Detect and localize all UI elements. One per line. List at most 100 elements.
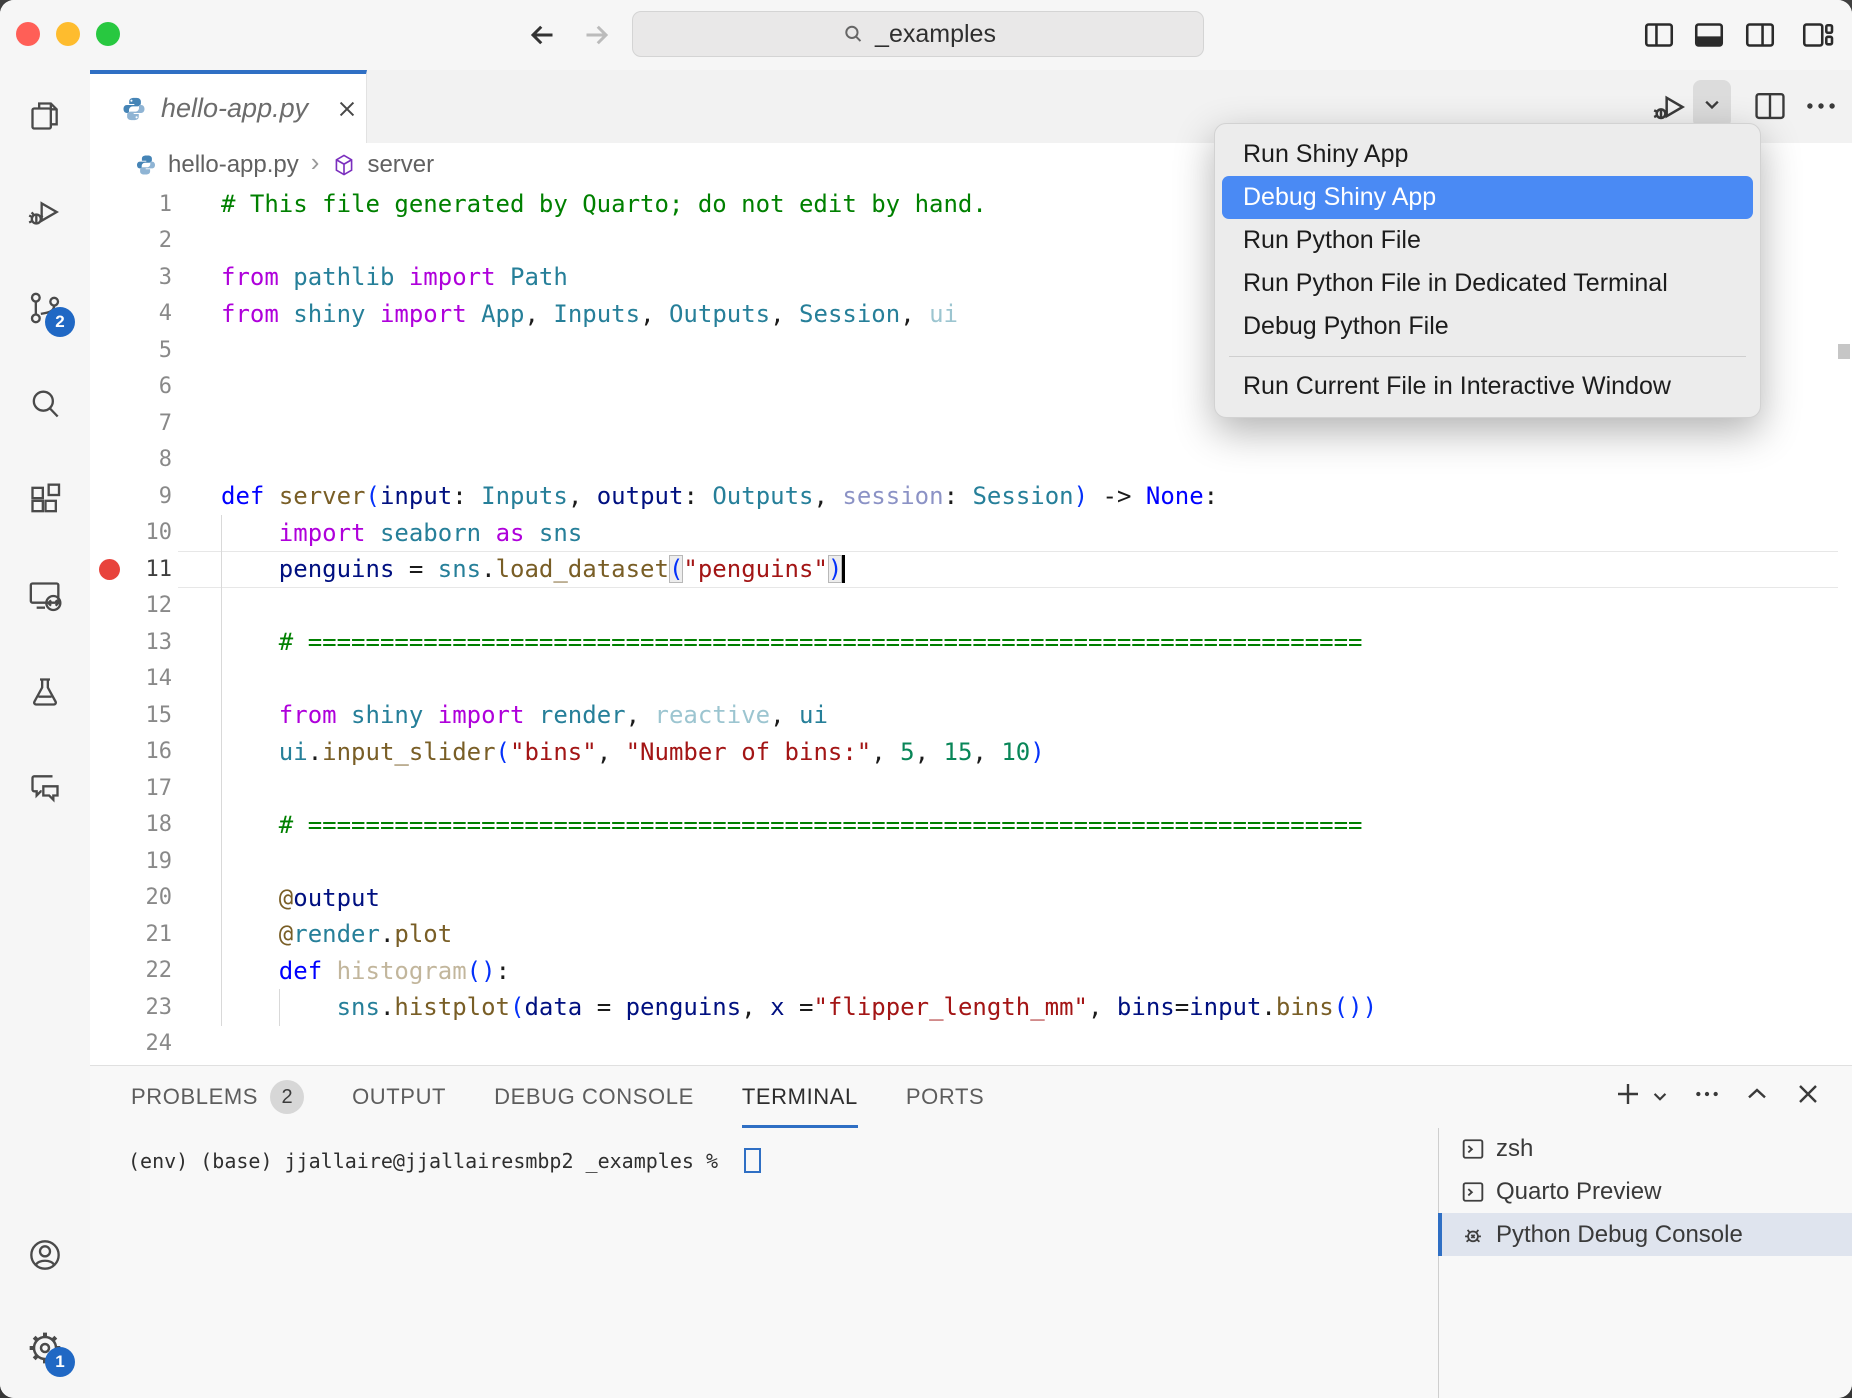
run-and-debug-icon[interactable] [25,192,65,232]
code-line[interactable]: 23 sns.histplot(data = penguins, x ="fli… [90,989,1852,1026]
panel-tab[interactable]: PROBLEMS2 [131,1080,304,1128]
code-line[interactable]: 24 [90,1026,1852,1063]
terminal-cursor [744,1148,761,1173]
menu-item[interactable]: Debug Shiny App [1222,176,1753,219]
panel-tab[interactable]: DEBUG CONSOLE [494,1080,694,1128]
comments-icon[interactable] [25,768,65,808]
menu-item[interactable]: Run Python File [1222,219,1753,262]
code-text: from shiny import App, Inputs, Outputs, … [221,296,958,333]
breakpoint-icon[interactable] [99,559,120,580]
line-number[interactable]: 23 [90,995,172,1020]
line-number[interactable]: 4 [90,301,172,326]
code-line[interactable]: 17 [90,770,1852,807]
line-number[interactable]: 5 [90,338,172,363]
menu-item[interactable]: Run Current File in Interactive Window [1222,365,1753,408]
code-line[interactable]: 18 # ===================================… [90,807,1852,844]
line-number[interactable]: 7 [90,411,172,436]
terminal-prompt: (env) (base) jjallaire@jjallairesmbp2 _e… [128,1149,730,1173]
code-line[interactable]: 8 [90,442,1852,479]
line-number[interactable]: 12 [90,593,172,618]
menu-divider [1229,356,1746,357]
more-actions-icon[interactable] [1691,1078,1723,1110]
panel-tab[interactable]: OUTPUT [352,1080,446,1128]
line-number[interactable]: 19 [90,849,172,874]
search-value: _examples [875,20,996,49]
line-number[interactable]: 16 [90,739,172,764]
code-text: @output [221,880,380,917]
source-control-icon[interactable]: 2 [25,288,65,328]
testing-beaker-icon[interactable] [25,672,65,712]
code-line[interactable]: 21 @render.plot [90,916,1852,953]
code-text: sns.histplot(data = penguins, x ="flippe… [221,989,1377,1026]
terminal-list-item[interactable]: Python Debug Console [1438,1213,1852,1256]
remote-explorer-icon[interactable] [25,576,65,616]
breadcrumb-separator: › [311,147,320,178]
line-number[interactable]: 1 [90,192,172,217]
line-number[interactable]: 15 [90,703,172,728]
panel-tab[interactable]: PORTS [906,1080,984,1128]
back-arrow-icon[interactable] [524,17,560,53]
toggle-primary-sidebar-icon[interactable] [1641,17,1677,53]
tab-hello-app[interactable]: hello-app.py [90,70,367,143]
split-editor-icon[interactable] [1751,87,1789,125]
account-icon[interactable] [25,1235,65,1275]
code-line[interactable]: 16 ui.input_slider("bins", "Number of bi… [90,734,1852,771]
line-number[interactable]: 8 [90,447,172,472]
run-dropdown-chevron-icon[interactable] [1693,80,1731,128]
extensions-icon[interactable] [25,480,65,520]
terminal-dropdown-chevron-icon[interactable] [1647,1083,1679,1115]
maximize-panel-icon[interactable] [1741,1078,1773,1110]
panel-tab[interactable]: TERMINAL [742,1080,858,1128]
code-line[interactable]: 11 penguins = sns.load_dataset("penguins… [90,551,1852,588]
code-line[interactable]: 22 def histogram(): [90,953,1852,990]
forward-arrow-icon[interactable] [579,17,615,53]
minimize-window-button[interactable] [56,22,80,46]
line-number[interactable]: 2 [90,228,172,253]
toggle-secondary-sidebar-icon[interactable] [1742,17,1778,53]
explorer-icon[interactable] [25,96,65,136]
code-line[interactable]: 20 @output [90,880,1852,917]
line-number[interactable]: 9 [90,484,172,509]
line-number[interactable]: 22 [90,958,172,983]
line-number[interactable]: 20 [90,885,172,910]
close-window-button[interactable] [16,22,40,46]
more-actions-icon[interactable] [1802,87,1840,125]
code-line[interactable]: 9 def server(input: Inputs, output: Outpu… [90,478,1852,515]
close-panel-icon[interactable] [1792,1078,1824,1110]
line-number[interactable]: 24 [90,1031,172,1056]
code-line[interactable]: 14 [90,661,1852,698]
line-number[interactable]: 18 [90,812,172,837]
command-center-search[interactable]: _examples [632,11,1204,57]
toggle-panel-icon[interactable] [1691,17,1727,53]
code-line[interactable]: 13 # ===================================… [90,624,1852,661]
code-line[interactable]: 10 import seaborn as sns [90,515,1852,552]
code-line[interactable]: 12 [90,588,1852,625]
breadcrumb-symbol[interactable]: server [367,151,434,179]
line-number[interactable]: 13 [90,630,172,655]
settings-gear-icon[interactable]: 1 [25,1328,65,1368]
terminal-list-item[interactable]: Quarto Preview [1438,1170,1852,1213]
line-number[interactable]: 21 [90,922,172,947]
code-line[interactable]: 15 from shiny import render, reactive, u… [90,697,1852,734]
menu-item[interactable]: Run Python File in Dedicated Terminal [1222,262,1753,305]
search-icon[interactable] [25,384,65,424]
terminal-list-item[interactable]: zsh [1438,1127,1852,1170]
customize-layout-icon[interactable] [1799,17,1835,53]
line-number[interactable]: 6 [90,374,172,399]
code-line[interactable]: 19 [90,843,1852,880]
breadcrumb-file[interactable]: hello-app.py [168,151,299,179]
new-terminal-icon[interactable] [1612,1078,1644,1110]
zoom-window-button[interactable] [96,22,120,46]
tab-title: hello-app.py [161,93,308,124]
overview-ruler-mark [1838,344,1850,359]
close-icon[interactable] [333,95,361,123]
menu-item[interactable]: Debug Python File [1222,305,1753,348]
code-text: def server(input: Inputs, output: Output… [221,478,1218,515]
python-icon [134,153,158,177]
line-number[interactable]: 3 [90,265,172,290]
menu-item[interactable]: Run Shiny App [1222,133,1753,176]
line-number[interactable]: 17 [90,776,172,801]
debug-run-icon[interactable] [1650,87,1690,127]
line-number[interactable]: 14 [90,666,172,691]
line-number[interactable]: 10 [90,520,172,545]
